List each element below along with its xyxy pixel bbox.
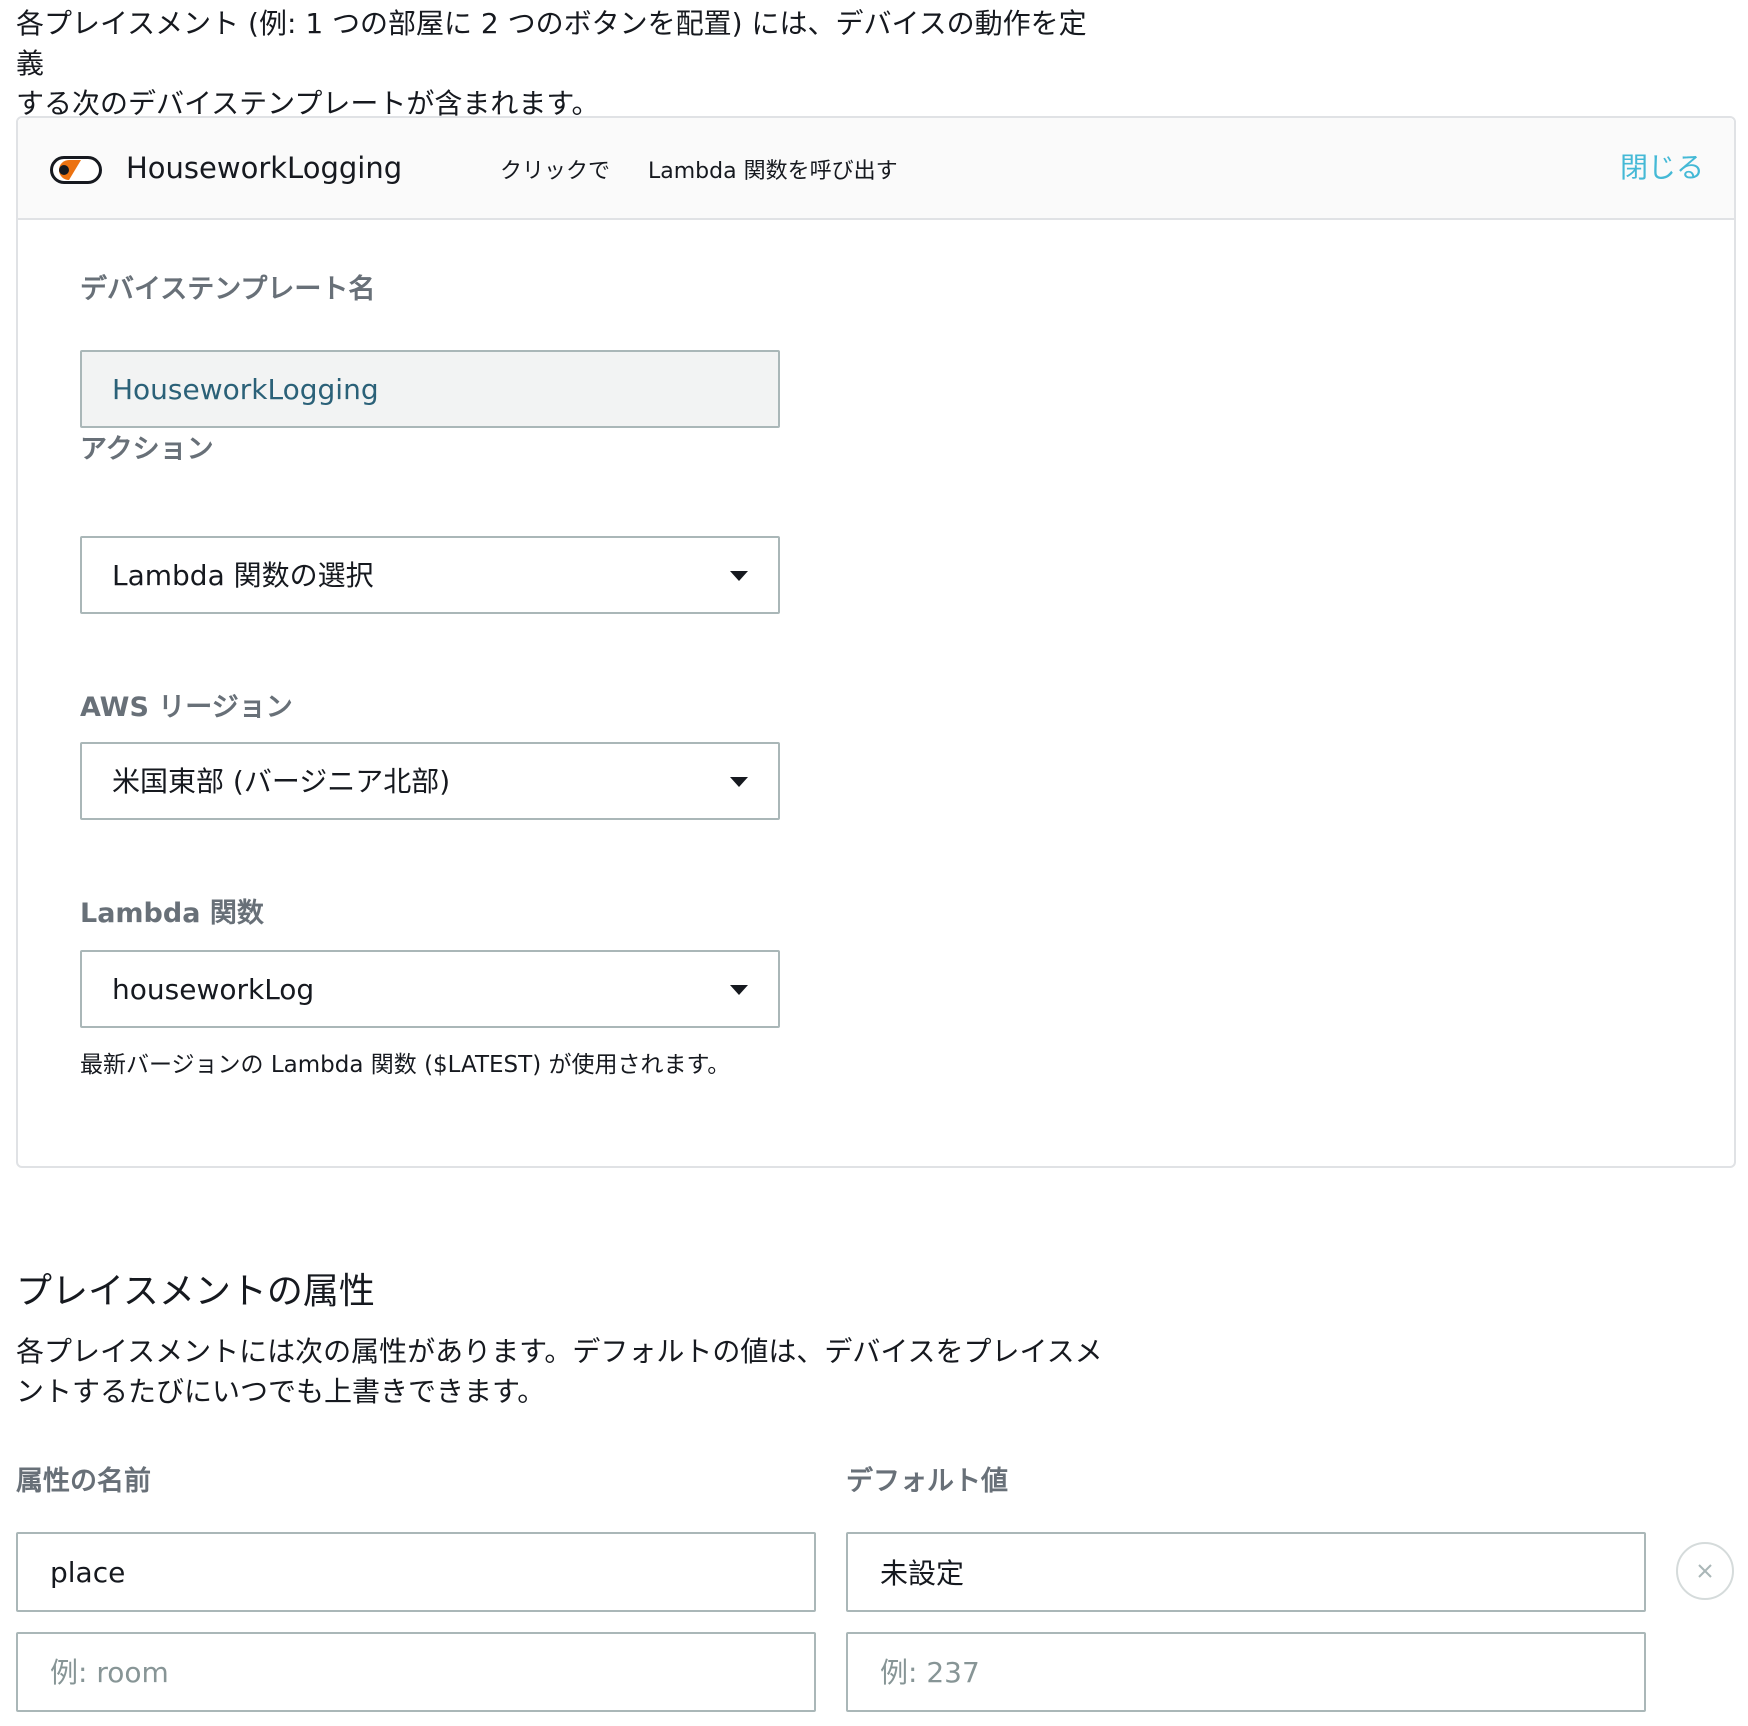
region-label: AWS リージョン xyxy=(80,692,293,723)
intro-text: 各プレイスメント (例: 1 つの部屋に 2 つのボタンを配置) には、デバイス… xyxy=(16,4,1106,124)
attribute-name-input[interactable] xyxy=(16,1532,816,1612)
description-line-2: ントするたびにいつでも上書きできます。 xyxy=(16,1375,546,1408)
lambda-version-hint: 最新バージョンの Lambda 関数 ($LATEST) が使用されます。 xyxy=(80,1052,731,1078)
trigger-label: クリックで xyxy=(500,159,611,184)
lambda-function-selected-value: houseworkLog xyxy=(112,973,315,1006)
action-label: アクション xyxy=(80,434,214,465)
caret-down-icon xyxy=(730,777,748,787)
intro-line-1: 各プレイスメント (例: 1 つの部屋に 2 つのボタンを配置) には、デバイス… xyxy=(16,7,1087,80)
caret-down-icon xyxy=(730,985,748,995)
default-value-header: デフォルト値 xyxy=(846,1466,1008,1497)
remove-attribute-button[interactable] xyxy=(1676,1542,1734,1600)
description-line-1: 各プレイスメントには次の属性があります。デフォルトの値は、デバイスをプレイスメ xyxy=(16,1335,1103,1368)
template-title: HouseworkLogging xyxy=(126,151,403,185)
action-select[interactable]: Lambda 関数の選択 xyxy=(80,536,780,614)
lambda-function-label: Lambda 関数 xyxy=(80,898,264,929)
attribute-name-header: 属性の名前 xyxy=(16,1466,151,1497)
new-attribute-name-input[interactable] xyxy=(16,1632,816,1712)
placement-attributes-title: プレイスメントの属性 xyxy=(16,1271,375,1312)
close-icon xyxy=(1698,1564,1712,1578)
template-name-field: HouseworkLogging xyxy=(80,350,780,428)
card-header: HouseworkLogging クリックで Lambda 関数を呼び出す 閉じ… xyxy=(18,118,1734,220)
lambda-function-select[interactable]: houseworkLog xyxy=(80,950,780,1028)
region-selected-value: 米国東部 (バージニア北部) xyxy=(112,765,451,798)
toggle-switch-icon xyxy=(50,156,102,184)
trigger-action: Lambda 関数を呼び出す xyxy=(648,159,898,184)
template-name-value: HouseworkLogging xyxy=(112,373,379,406)
close-link[interactable]: 閉じる xyxy=(1620,148,1704,188)
action-selected-value: Lambda 関数の選択 xyxy=(112,559,374,592)
new-default-value-input[interactable] xyxy=(846,1632,1646,1712)
caret-down-icon xyxy=(730,571,748,581)
template-name-label: デバイステンプレート名 xyxy=(80,274,376,305)
region-select[interactable]: 米国東部 (バージニア北部) xyxy=(80,742,780,820)
device-template-card: HouseworkLogging クリックで Lambda 関数を呼び出す 閉じ… xyxy=(16,116,1736,1168)
default-value-input[interactable] xyxy=(846,1532,1646,1612)
placement-attributes-description: 各プレイスメントには次の属性があります。デフォルトの値は、デバイスをプレイスメ … xyxy=(16,1332,1116,1412)
